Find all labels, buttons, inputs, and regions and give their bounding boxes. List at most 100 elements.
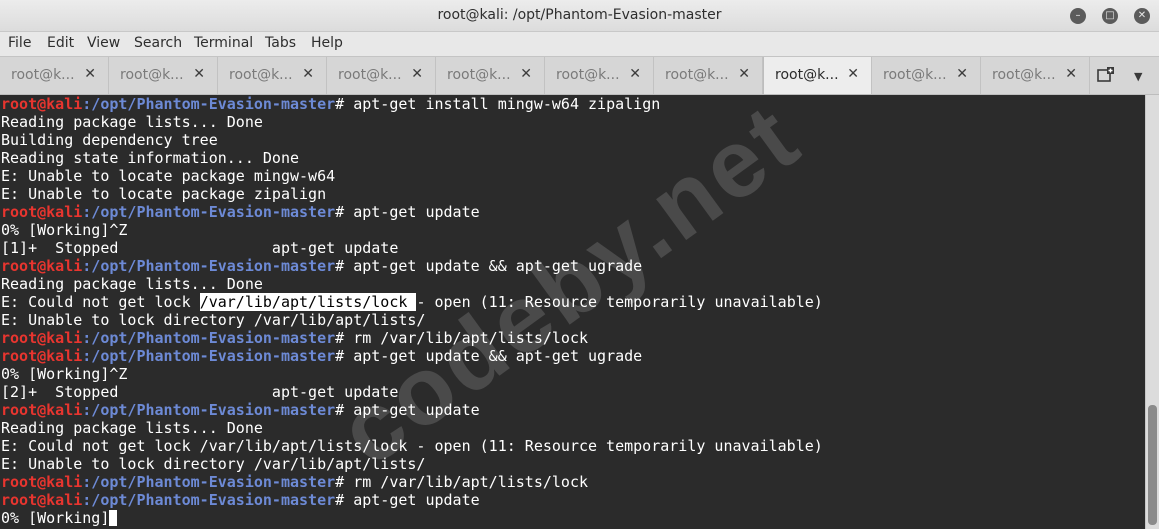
tab-close-icon[interactable]: ✕ [1065, 66, 1077, 82]
tab-label: root@k... [447, 67, 511, 83]
tab-3[interactable]: root@k... ✕ [218, 57, 327, 94]
scrollbar[interactable] [1145, 95, 1159, 529]
menu-terminal[interactable]: Terminal [194, 35, 253, 51]
command-text: apt-get update [353, 491, 480, 509]
prompt-path: :/opt/Phantom-Evasion-master [82, 329, 336, 347]
tab-close-icon[interactable]: ✕ [411, 66, 423, 82]
tab-4[interactable]: root@k... ✕ [327, 57, 436, 94]
terminal-command-line: root@kali:/opt/Phantom-Evasion-master# a… [1, 95, 660, 113]
prompt-symbol: # [335, 491, 354, 509]
terminal-output-line: E: Unable to lock directory /var/lib/apt… [1, 455, 425, 473]
tab-label: root@k... [775, 67, 839, 83]
scrollbar-thumb[interactable] [1148, 405, 1157, 525]
tab-5[interactable]: root@k... ✕ [436, 57, 545, 94]
menu-edit[interactable]: Edit [47, 35, 74, 51]
tab-8[interactable]: root@k... ✕ [763, 57, 872, 94]
tab-menu-chevron-down-icon[interactable]: ▼ [1134, 70, 1142, 83]
tab-10[interactable]: root@k... ✕ [981, 57, 1090, 94]
prompt-path: :/opt/Phantom-Evasion-master [82, 491, 336, 509]
menu-help[interactable]: Help [311, 35, 343, 51]
minimize-button[interactable]: – [1070, 8, 1086, 24]
command-text: apt-get update && apt-get ugrade [353, 257, 643, 275]
terminal-output-line: Reading package lists... Done [1, 419, 263, 437]
tab-close-icon[interactable]: ✕ [84, 66, 96, 82]
close-button[interactable]: ✕ [1134, 8, 1150, 24]
terminal-output-line: E: Could not get lock /var/lib/apt/lists… [1, 293, 823, 311]
prompt-user: root@kali [1, 491, 83, 509]
tab-label: root@k... [11, 67, 75, 83]
terminal-command-line: root@kali:/opt/Phantom-Evasion-master# a… [1, 491, 480, 509]
output-text: Reading package lists... Done [1, 275, 263, 293]
command-text: apt-get update [353, 401, 480, 419]
menu-view[interactable]: View [87, 35, 120, 51]
tab-close-icon[interactable]: ✕ [302, 66, 314, 82]
tab-close-icon[interactable]: ✕ [193, 66, 205, 82]
prompt-symbol: # [335, 203, 354, 221]
prompt-symbol: # [335, 95, 354, 113]
maximize-button[interactable]: □ [1102, 8, 1118, 24]
prompt-symbol: # [335, 473, 354, 491]
terminal-output-line: 0% [Working]^Z [1, 365, 127, 383]
tab-1[interactable]: root@k... ✕ [0, 57, 109, 94]
output-text: E: Unable to lock directory /var/lib/apt… [1, 455, 426, 473]
menu-search[interactable]: Search [134, 35, 182, 51]
terminal-output-line: Building dependency tree [1, 131, 218, 149]
tab-close-icon[interactable]: ✕ [738, 66, 750, 82]
output-text: E: Could not get lock /var/lib/apt/lists… [1, 437, 823, 455]
command-text: rm /var/lib/apt/lists/lock [353, 473, 589, 491]
output-text: - open (11: Resource temporarily unavail… [416, 293, 823, 311]
prompt-path: :/opt/Phantom-Evasion-master [82, 473, 336, 491]
tab-label: root@k... [120, 67, 184, 83]
tab-6[interactable]: root@k... ✕ [545, 57, 654, 94]
terminal-command-line: root@kali:/opt/Phantom-Evasion-master# r… [1, 473, 588, 491]
prompt-path: :/opt/Phantom-Evasion-master [82, 401, 336, 419]
prompt-user: root@kali [1, 401, 83, 419]
tab-label: root@k... [992, 67, 1056, 83]
menu-bar: File Edit View Search Terminal Tabs Help [0, 32, 1159, 56]
output-text: 0% [Working]^Z [1, 365, 128, 383]
tab-close-icon[interactable]: ✕ [847, 66, 859, 82]
terminal-command-line: root@kali:/opt/Phantom-Evasion-master# a… [1, 257, 642, 275]
output-text: E: Unable to locate package mingw-w64 [1, 167, 336, 185]
title-bar[interactable]: root@kali: /opt/Phantom-Evasion-master –… [0, 0, 1159, 32]
terminal-output-line: Reading package lists... Done [1, 275, 263, 293]
prompt-user: root@kali [1, 473, 83, 491]
output-text: Reading package lists... Done [1, 113, 263, 131]
tab-2[interactable]: root@k... ✕ [109, 57, 218, 94]
terminal-output-line: E: Unable to locate package zipalign [1, 185, 326, 203]
terminal-output-line: Reading state information... Done [1, 149, 299, 167]
terminal-output-line: Reading package lists... Done [1, 113, 263, 131]
output-text: [2]+ Stopped apt-get update [1, 383, 399, 401]
tab-label: root@k... [665, 67, 729, 83]
tab-close-icon[interactable]: ✕ [520, 66, 532, 82]
menu-file[interactable]: File [8, 35, 31, 51]
tab-close-icon[interactable]: ✕ [956, 66, 968, 82]
menu-tabs[interactable]: Tabs [265, 35, 296, 51]
text-cursor [109, 510, 118, 526]
tab-close-icon[interactable]: ✕ [629, 66, 641, 82]
prompt-user: root@kali [1, 203, 83, 221]
prompt-user: root@kali [1, 257, 83, 275]
prompt-path: :/opt/Phantom-Evasion-master [82, 203, 336, 221]
terminal-command-line: root@kali:/opt/Phantom-Evasion-master# r… [1, 329, 588, 347]
tab-9[interactable]: root@k... ✕ [872, 57, 981, 94]
terminal-command-line: root@kali:/opt/Phantom-Evasion-master# a… [1, 203, 480, 221]
prompt-path: :/opt/Phantom-Evasion-master [82, 257, 336, 275]
output-text: E: Unable to locate package zipalign [1, 185, 327, 203]
prompt-symbol: # [335, 329, 354, 347]
terminal-command-line: root@kali:/opt/Phantom-Evasion-master# a… [1, 347, 642, 365]
selected-text: /var/lib/apt/lists/lock [199, 293, 417, 311]
tab-label: root@k... [229, 67, 293, 83]
tab-7[interactable]: root@k... ✕ [654, 57, 763, 94]
command-text: rm /var/lib/apt/lists/lock [353, 329, 589, 347]
terminal-output-line: [1]+ Stopped apt-get update [1, 239, 398, 257]
output-text: E: Could not get lock [1, 293, 200, 311]
terminal-output-line: 0% [Working] [1, 509, 118, 527]
prompt-user: root@kali [1, 329, 83, 347]
output-text: Building dependency tree [1, 131, 218, 149]
terminal-output[interactable]: root@kali:/opt/Phantom-Evasion-master# a… [0, 95, 1145, 529]
window-title: root@kali: /opt/Phantom-Evasion-master [437, 7, 722, 23]
new-tab-icon[interactable] [1097, 66, 1115, 84]
terminal-output-line: E: Unable to locate package mingw-w64 [1, 167, 335, 185]
prompt-path: :/opt/Phantom-Evasion-master [82, 347, 336, 365]
